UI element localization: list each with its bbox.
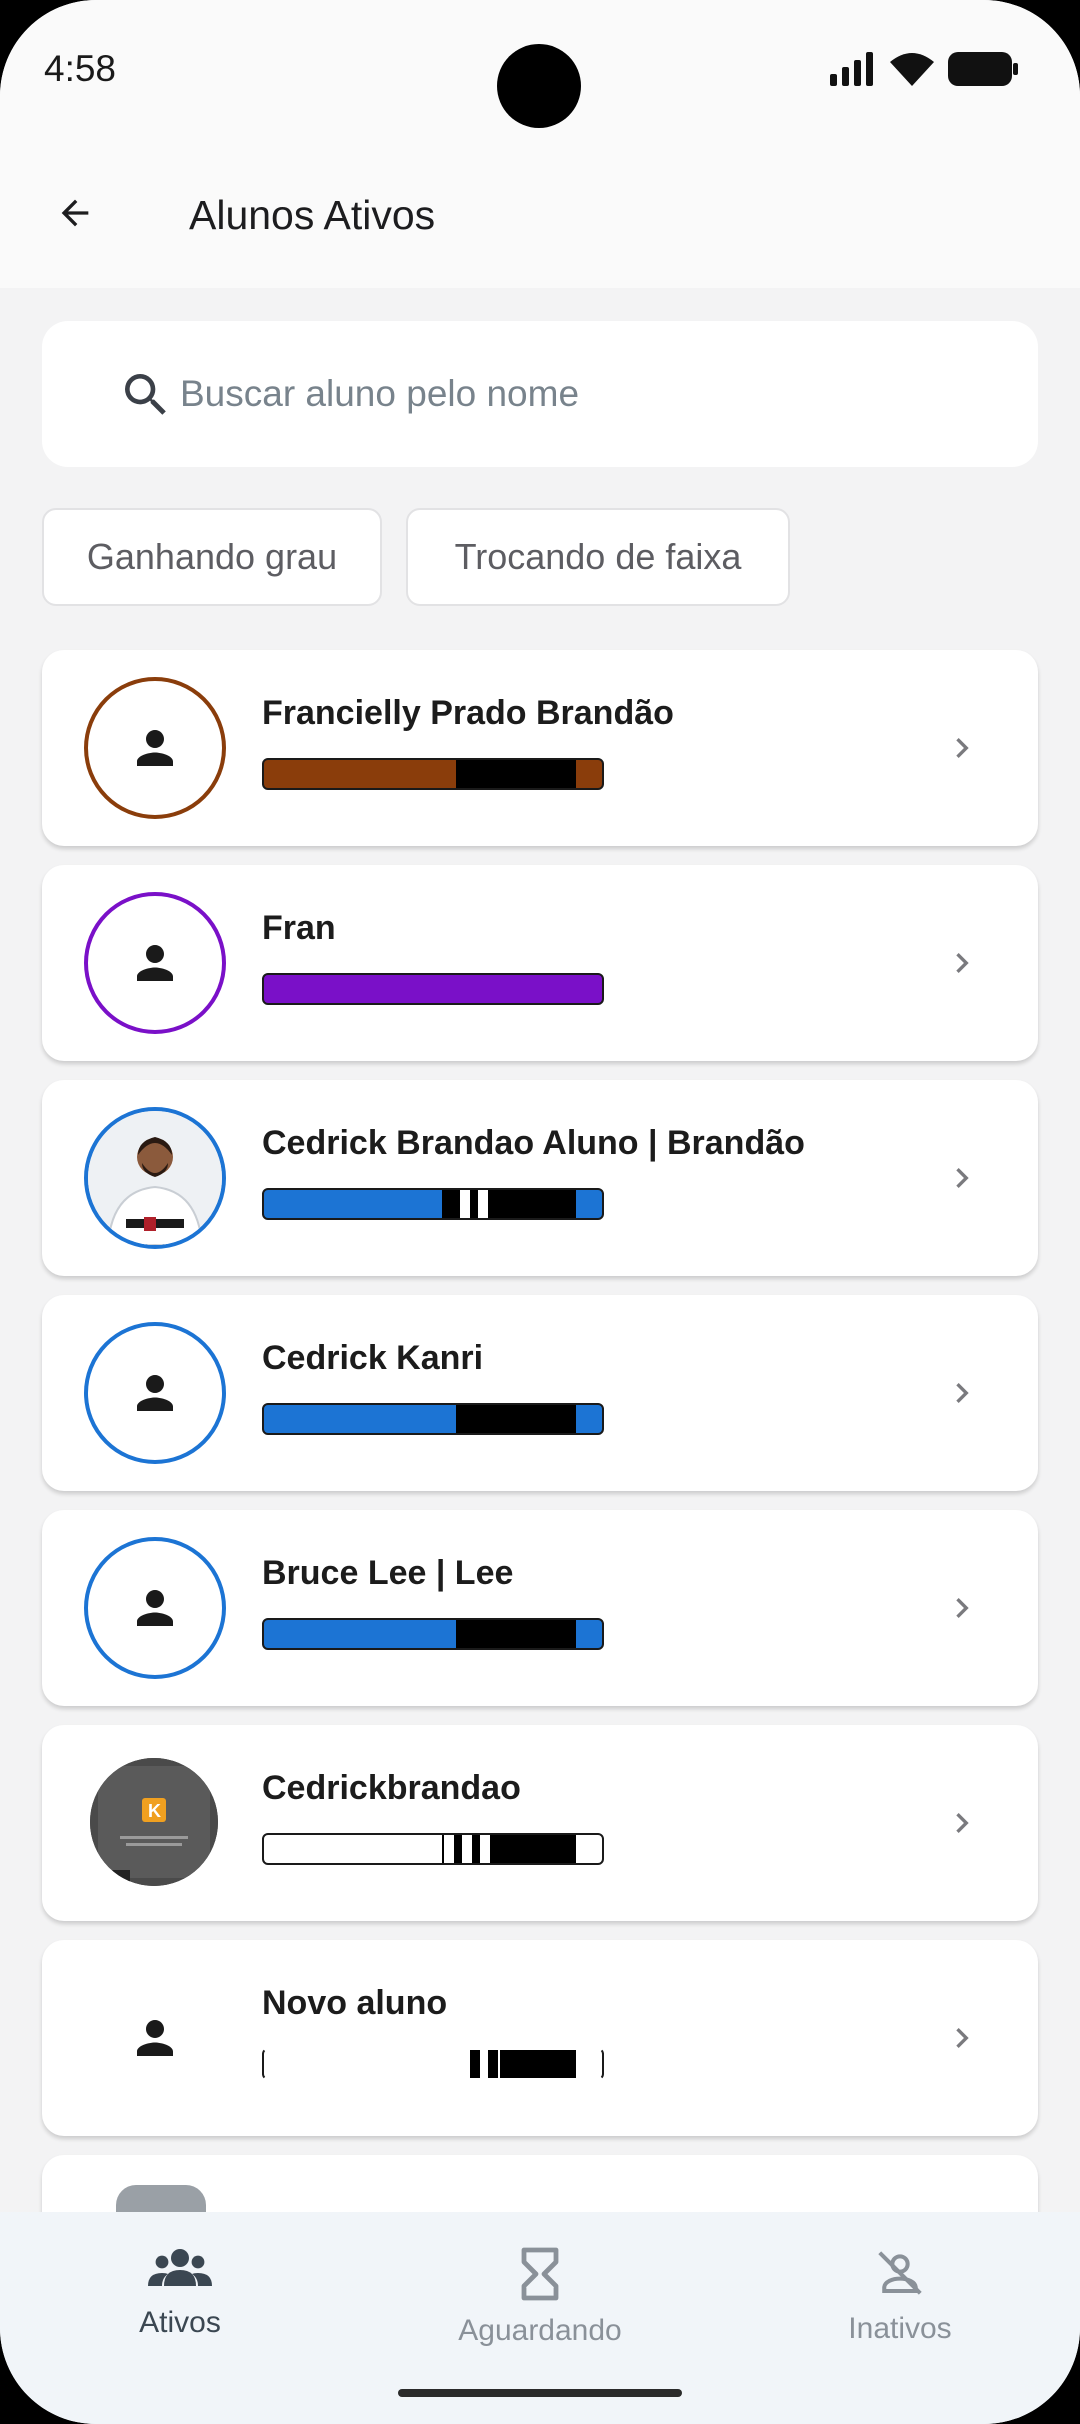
belt-tip bbox=[506, 1835, 576, 1863]
student-photo bbox=[88, 1111, 222, 1245]
chevron-right-icon bbox=[956, 738, 969, 758]
filter-chip-ganhando-grau[interactable]: Ganhando grau bbox=[42, 508, 382, 606]
chevron-right-icon bbox=[956, 1598, 969, 1618]
search-input[interactable] bbox=[180, 341, 1000, 447]
belt-bar bbox=[262, 1188, 604, 1220]
person-icon bbox=[137, 2020, 173, 2056]
student-name: Novo aluno bbox=[262, 1984, 448, 2022]
student-card[interactable]: Novo aluno bbox=[42, 1940, 1038, 2136]
chevron-right-icon bbox=[956, 1168, 969, 1188]
person-icon bbox=[137, 1590, 173, 1626]
chevron-right-icon bbox=[956, 1813, 969, 1833]
arrow-back-icon bbox=[61, 199, 89, 227]
person-icon bbox=[137, 1375, 173, 1411]
chevron-right-icon bbox=[956, 1383, 969, 1403]
nav-aguardando[interactable]: Aguardando bbox=[380, 2246, 700, 2366]
battery-icon bbox=[948, 52, 1018, 86]
chevron-right-icon bbox=[956, 953, 969, 973]
hourglass-icon bbox=[521, 2247, 559, 2301]
student-name: Cedrick Brandao Aluno | Brandão bbox=[262, 1124, 805, 1162]
belt-stripe bbox=[480, 1835, 490, 1863]
page-title: Alunos Ativos bbox=[189, 192, 436, 238]
filter-chip-label: Trocando de faixa bbox=[454, 536, 742, 577]
system-icons bbox=[830, 52, 1018, 86]
belt-stripe bbox=[478, 1190, 488, 1218]
student-name: Cedrick Kanri bbox=[262, 1339, 484, 1377]
belt-tip-edge bbox=[442, 1190, 456, 1218]
student-name: Cedrickbrandao bbox=[262, 1769, 521, 1807]
belt-stripe bbox=[462, 1835, 472, 1863]
person-off-icon bbox=[878, 2251, 922, 2295]
avatar bbox=[84, 1537, 226, 1679]
kanri-photo: K bbox=[90, 1758, 218, 1886]
person-icon bbox=[137, 945, 173, 981]
belt-tip bbox=[456, 1190, 576, 1218]
search-icon bbox=[125, 374, 166, 415]
student-card[interactable]: Fran bbox=[42, 865, 1038, 1061]
status-bar: 4:58 bbox=[0, 0, 1080, 140]
belt-bar bbox=[262, 2048, 604, 2080]
groups-icon bbox=[148, 2249, 212, 2286]
nav-inativos[interactable]: Inativos bbox=[740, 2246, 1060, 2366]
nav-label: Inativos bbox=[848, 2312, 952, 2345]
svg-text:K: K bbox=[148, 1801, 161, 1821]
avatar bbox=[84, 1322, 226, 1464]
belt-bar bbox=[262, 758, 604, 790]
belt-bar bbox=[262, 973, 604, 1005]
belt-stripe bbox=[460, 1190, 470, 1218]
belt-stripe bbox=[470, 2050, 480, 2078]
app-bar: Alunos Ativos bbox=[0, 140, 1080, 288]
student-card[interactable]: Bruce Lee | Lee bbox=[42, 1510, 1038, 1706]
home-indicator bbox=[398, 2389, 682, 2397]
student-name: Francielly Prado Brandão bbox=[262, 694, 674, 732]
avatar bbox=[84, 1967, 226, 2109]
person-icon bbox=[137, 730, 173, 766]
filter-chip-label: Ganhando grau bbox=[86, 536, 338, 577]
belt-bar bbox=[262, 1833, 604, 1865]
wifi-icon bbox=[890, 53, 934, 86]
belt-tip bbox=[456, 1620, 576, 1648]
filter-chip-trocando-faixa[interactable]: Trocando de faixa bbox=[406, 508, 790, 606]
student-name: Bruce Lee | Lee bbox=[262, 1554, 514, 1592]
screen: 4:58 Alunos Ativos Buscar aluno pelo nom… bbox=[0, 0, 1080, 2424]
belt-tip bbox=[456, 760, 576, 788]
avatar-photo bbox=[84, 1107, 226, 1249]
belt-bar bbox=[262, 1618, 604, 1650]
search-bar[interactable] bbox=[42, 321, 1038, 467]
chevron-right-icon bbox=[956, 2028, 969, 2048]
avatar-photo: K bbox=[90, 1758, 218, 1886]
student-card[interactable]: Cedrick Kanri bbox=[42, 1295, 1038, 1491]
belt-bar bbox=[262, 1403, 604, 1435]
avatar bbox=[84, 892, 226, 1034]
student-name: Fran bbox=[262, 909, 336, 947]
belt-stripe bbox=[488, 2050, 498, 2078]
belt-tip bbox=[456, 1405, 576, 1433]
student-card[interactable]: Francielly Prado Brandão bbox=[42, 650, 1038, 846]
student-card[interactable]: K Cedrickbrandao bbox=[42, 1725, 1038, 1921]
avatar bbox=[84, 677, 226, 819]
nav-label: Aguardando bbox=[458, 2314, 622, 2347]
back-button[interactable] bbox=[40, 178, 110, 248]
belt-stripe bbox=[444, 1835, 454, 1863]
camera-cutout bbox=[497, 44, 581, 128]
belt-tip bbox=[500, 2050, 576, 2078]
student-card[interactable]: Cedrick Brandao Aluno | Brandão bbox=[42, 1080, 1038, 1276]
nav-label: Ativos bbox=[139, 2306, 221, 2339]
status-time: 4:58 bbox=[44, 48, 117, 89]
nav-ativos[interactable]: Ativos bbox=[20, 2246, 340, 2366]
signal-icon bbox=[830, 52, 873, 86]
